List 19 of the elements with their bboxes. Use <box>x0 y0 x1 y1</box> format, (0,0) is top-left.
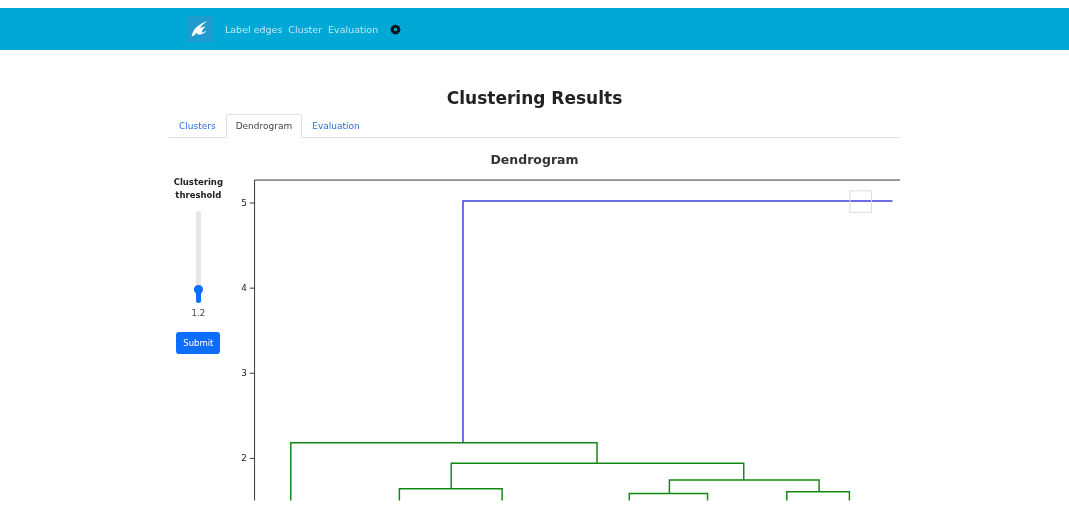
tick-mark <box>248 202 255 204</box>
page-title: Clustering Results <box>445 88 624 108</box>
settings-icon[interactable] <box>390 23 402 35</box>
chart-title: Dendrogram <box>489 152 580 167</box>
tick-mark <box>248 372 255 374</box>
threshold-label: Clustering threshold <box>172 176 224 202</box>
logo-icon[interactable] <box>187 16 213 42</box>
y-tick-label: 3 <box>240 368 247 379</box>
submit-button[interactable]: Submit <box>176 332 221 354</box>
tab[interactable]: Evaluation <box>302 114 370 137</box>
y-tick-label: 4 <box>240 283 247 294</box>
y-tick-label: 5 <box>240 197 247 208</box>
legend-box <box>849 190 872 213</box>
tick-mark <box>248 287 255 289</box>
tab[interactable]: Dendrogram <box>225 114 303 138</box>
tick-mark <box>248 457 255 459</box>
tab[interactable]: Clusters <box>169 114 226 137</box>
y-tick-label: 2 <box>240 453 247 464</box>
threshold-value: 1.2 <box>191 308 206 318</box>
